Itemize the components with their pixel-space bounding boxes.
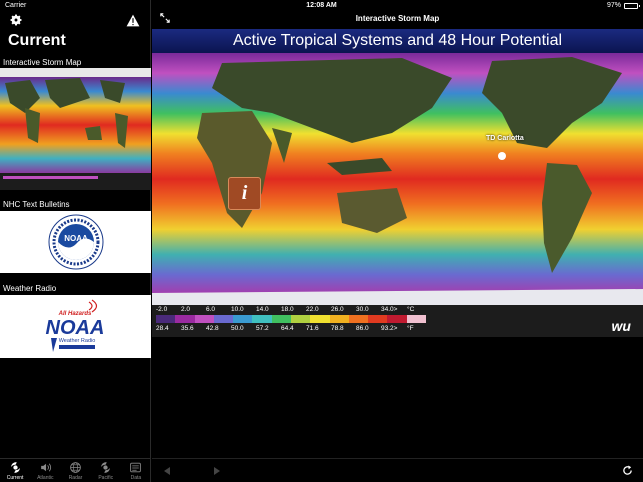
storm-map-thumbnail[interactable] (0, 68, 151, 190)
tab-label: Pacific (98, 474, 114, 481)
section-title-radio: Weather Radio (3, 284, 57, 293)
legend-swatch (213, 315, 234, 323)
legend-value: 28.4 (156, 325, 169, 332)
data-icon (130, 462, 142, 472)
warning-icon[interactable] (126, 14, 140, 27)
main-panel: Interactive Storm Map Active Tropical Sy… (152, 0, 643, 482)
wunderground-logo: wu (611, 318, 631, 334)
legend-value: 10.0 (231, 306, 244, 313)
hurricane-icon (10, 461, 20, 473)
noaa-logo-text: NOAA (64, 234, 88, 243)
legend-value: 93.2> (381, 325, 398, 332)
weather-radio-card[interactable]: All Hazards NOAA Weather Radio (0, 295, 151, 358)
sst-map-image (152, 53, 643, 305)
legend-value: 30.0 (356, 306, 369, 313)
tab-radar[interactable]: Radar (60, 459, 90, 482)
tab-label: Atlantic (37, 474, 54, 481)
noaa-radio-logo: All Hazards NOAA Weather Radio (45, 299, 104, 352)
hurricane-icon (101, 461, 111, 473)
legend-value: 18.0 (281, 306, 294, 313)
nhc-bulletins-card[interactable]: NOAA (0, 211, 151, 273)
noaa-logo: NOAA (48, 214, 103, 270)
status-bar: Carrier 12:08 AM 97% (0, 0, 643, 11)
nav-title: Interactive Storm Map (355, 14, 440, 23)
section-title-storm-map: Interactive Storm Map (3, 58, 82, 67)
legend-value: 2.0 (181, 306, 191, 313)
legend-swatch (290, 315, 311, 323)
back-arrow-icon[interactable] (162, 466, 172, 476)
legend-fahrenheit-row: 28.4 35.6 42.8 50.0 57.2 64.4 71.6 78.8 86.0 93.2… (156, 325, 414, 334)
legend-value: 35.6 (181, 325, 194, 332)
status-time: 12:08 AM (306, 2, 337, 9)
legend-swatch (368, 315, 388, 323)
refresh-icon[interactable] (622, 465, 633, 476)
forward-arrow-icon[interactable] (212, 466, 222, 476)
tab-atlantic[interactable]: Atlantic (30, 459, 60, 482)
storm-map[interactable]: Active Tropical Systems and 48 Hour Pote… (152, 29, 643, 337)
tab-pacific[interactable]: Pacific (91, 459, 121, 482)
legend-value: 71.6 (306, 325, 319, 332)
legend-value: 50.0 (231, 325, 244, 332)
legend-value: 86.0 (356, 325, 369, 332)
info-button[interactable]: i (228, 177, 261, 210)
legend-swatch (310, 315, 330, 323)
legend-swatch (194, 315, 214, 323)
gear-icon[interactable] (9, 13, 23, 27)
legend-value: -2.0 (156, 306, 168, 313)
tab-data[interactable]: Data (121, 459, 151, 482)
legend-value: 22.0 (306, 306, 319, 313)
legend-swatch (387, 315, 407, 323)
map-title: Active Tropical Systems and 48 Hour Pote… (152, 29, 643, 53)
storm-label[interactable]: TD Carlotta (486, 135, 524, 142)
storm-marker[interactable] (498, 152, 506, 160)
sidebar: Current Interactive Storm Map NHC Text B… (0, 0, 151, 482)
legend-swatch (175, 315, 195, 323)
radio-logo-sub: Weather Radio (58, 338, 95, 344)
radio-logo-brand: NOAA (45, 317, 104, 339)
legend-swatch (156, 315, 176, 323)
legend-value: 14.0 (256, 306, 269, 313)
legend-swatch (406, 315, 426, 323)
speaker-icon (40, 462, 51, 472)
legend-swatch (271, 315, 291, 323)
legend-value: 34.0> (381, 306, 398, 313)
storm-map-thumbnail-image (0, 68, 151, 190)
legend-swatch (252, 315, 272, 323)
legend-unit: °F (407, 325, 414, 332)
temperature-legend: -2.0 2.0 6.0 10.0 14.0 18.0 22.0 26.0 30.0 34.0> °… (152, 305, 643, 337)
section-title-nhc: NHC Text Bulletins (3, 200, 70, 209)
tab-bar: Current Atlantic Radar Pacific Data (0, 458, 151, 482)
browser-toolbar (152, 458, 643, 482)
legend-value: 78.8 (331, 325, 344, 332)
tab-label: Radar (68, 474, 83, 481)
legend-swatch (348, 315, 369, 323)
legend-value: 64.4 (281, 325, 294, 332)
tab-current[interactable]: Current (0, 459, 30, 482)
legend-value: 57.2 (256, 325, 269, 332)
tab-label: Data (130, 474, 142, 481)
legend-value: 26.0 (331, 306, 344, 313)
legend-unit: °C (407, 306, 415, 313)
legend-swatch (233, 315, 253, 323)
sidebar-title: Current (8, 32, 66, 49)
legend-celsius-row: -2.0 2.0 6.0 10.0 14.0 18.0 22.0 26.0 30.0 34.0> °… (156, 306, 414, 315)
legend-value: 6.0 (206, 306, 216, 313)
battery-icon (624, 2, 640, 9)
globe-icon (70, 461, 81, 473)
sst-map[interactable]: TD Carlotta (152, 53, 643, 305)
legend-color-bar (156, 315, 426, 323)
sidebar-header: Current (0, 11, 151, 55)
tab-label: Current (6, 474, 24, 481)
legend-value: 42.8 (206, 325, 219, 332)
legend-swatch (329, 315, 349, 323)
